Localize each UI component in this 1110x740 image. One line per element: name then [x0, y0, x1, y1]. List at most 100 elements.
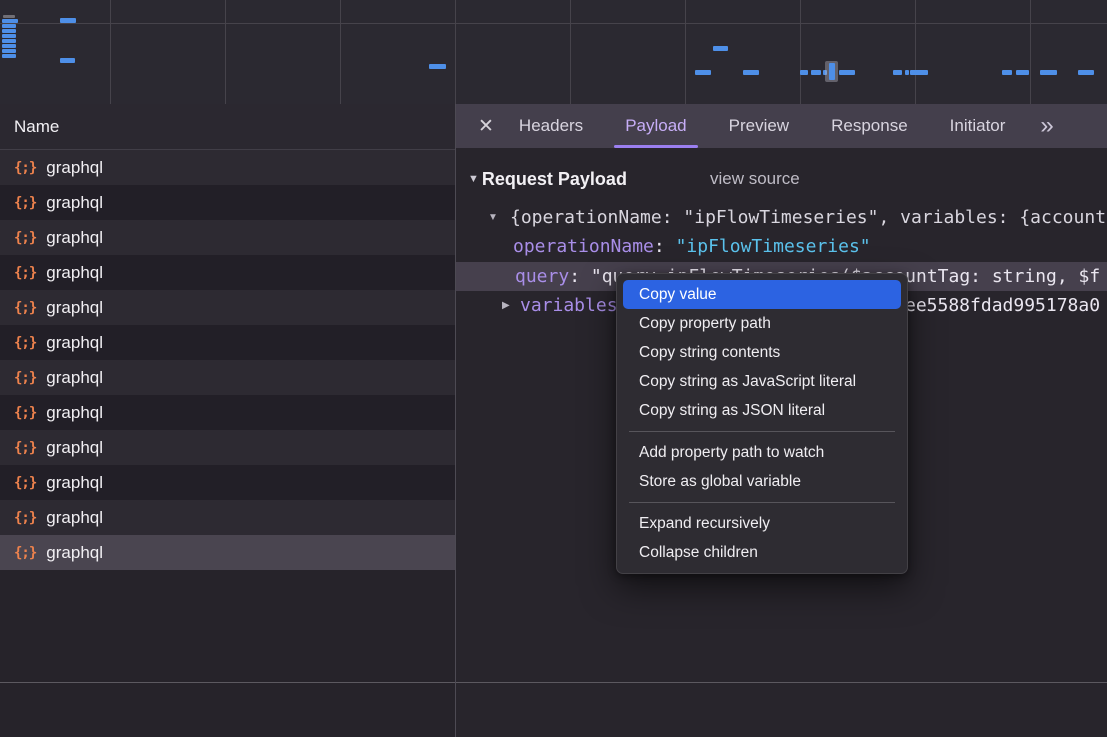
menu-item-copy-string-as-javascript-literal[interactable]: Copy string as JavaScript literal — [623, 367, 901, 396]
name-column-label: Name — [14, 117, 59, 137]
request-name: graphql — [46, 193, 103, 213]
request-name: graphql — [46, 368, 103, 388]
object-preview-text: {operationName: "ipFlowTimeseries", vari… — [510, 207, 1106, 228]
request-name: graphql — [46, 473, 103, 493]
timeline-bar — [695, 70, 711, 75]
request-row[interactable]: {;}graphql — [0, 500, 455, 535]
request-name: graphql — [46, 403, 103, 423]
request-row[interactable]: {;} graphql — [0, 325, 455, 360]
tab-payload[interactable]: Payload — [614, 104, 697, 148]
request-name: graphql — [46, 508, 103, 528]
timeline-bar — [800, 70, 808, 75]
request-row[interactable]: {;} graphql — [0, 430, 455, 465]
grid-line — [915, 0, 916, 104]
json-icon: {;} — [14, 545, 36, 561]
grid-line — [225, 0, 226, 104]
timeline-bar — [743, 70, 759, 75]
request-name: graphql — [46, 298, 103, 318]
property-key: variables — [520, 295, 618, 316]
timeline-bar — [1078, 70, 1094, 75]
timeline-bar — [1016, 70, 1029, 75]
request-row[interactable]: {;}graphql — [0, 220, 455, 255]
close-icon[interactable]: ✕ — [478, 104, 494, 148]
request-row[interactable]: {;} graphql — [0, 465, 455, 500]
more-tabs-icon[interactable]: » — [1040, 104, 1051, 148]
operation-name-row[interactable]: operationName: "ipFlowTimeseries" — [456, 232, 1107, 261]
timeline-bar — [2, 34, 16, 38]
menu-separator — [629, 502, 895, 503]
json-icon: {;} — [14, 440, 36, 456]
panel-divider[interactable] — [455, 104, 456, 737]
request-row[interactable]: {;} graphql — [0, 150, 455, 185]
timeline-bar — [2, 24, 16, 28]
name-column-header[interactable]: Name — [0, 104, 455, 150]
network-overview-waterfall[interactable] — [0, 0, 1107, 104]
menu-item-collapse-children[interactable]: Collapse children — [623, 538, 901, 567]
json-icon: {;} — [14, 370, 36, 386]
menu-separator — [629, 431, 895, 432]
menu-item-copy-string-contents[interactable]: Copy string contents — [623, 338, 901, 367]
timeline-bar — [2, 39, 16, 43]
grid-line — [685, 0, 686, 104]
request-name: graphql — [46, 263, 103, 283]
hash-fragment: ee5588fdad995178a0 — [905, 295, 1100, 316]
grid-line — [110, 0, 111, 104]
property-key: query — [515, 266, 569, 287]
request-row[interactable]: {;} graphql — [0, 255, 455, 290]
grid-line — [0, 23, 1107, 24]
request-list-panel: Name {;} graphql {;} graphql {;} graphql {;} gr… — [0, 104, 455, 737]
grid-line — [800, 0, 801, 104]
request-row[interactable]: {;} graphql — [0, 360, 455, 395]
timeline-bar — [2, 49, 16, 53]
grid-line — [570, 0, 571, 104]
json-icon: {;} — [14, 335, 36, 351]
timeline-bar — [2, 29, 16, 33]
json-icon: {;} — [14, 265, 36, 281]
triangle-right-icon: ▶ — [502, 300, 510, 311]
timeline-bar — [713, 46, 728, 51]
request-row[interactable]: {;}graphql — [0, 290, 455, 325]
menu-item-expand-recursively[interactable]: Expand recursively — [623, 509, 901, 538]
key-separator: : — [654, 236, 676, 257]
tab-headers[interactable]: Headers — [508, 104, 594, 148]
detail-tab-bar: ✕ Headers Payload Preview Response Initiator… — [456, 104, 1107, 148]
request-row[interactable]: {;} graphql — [0, 395, 455, 430]
timeline-bar-gray — [3, 15, 15, 18]
footer-divider — [0, 682, 1107, 683]
key-separator: : — [569, 266, 591, 287]
menu-item-copy-property-path[interactable]: Copy property path — [623, 309, 901, 338]
json-icon: {;} — [14, 475, 36, 491]
grid-line — [455, 0, 456, 104]
property-value: "ipFlowTimeseries" — [676, 236, 871, 257]
property-text: variables — [520, 295, 618, 316]
selected-timeline-bar — [829, 63, 835, 80]
menu-item-copy-value[interactable]: Copy value — [623, 280, 901, 309]
triangle-down-icon: ▼ — [488, 212, 498, 223]
tab-response[interactable]: Response — [820, 104, 919, 148]
json-icon: {;} — [14, 195, 36, 211]
timeline-bar — [2, 44, 16, 48]
property-text: operationName: "ipFlowTimeseries" — [513, 236, 871, 257]
menu-item-store-as-global-variable[interactable]: Store as global variable — [623, 467, 901, 496]
request-name: graphql — [46, 438, 103, 458]
timeline-bar — [905, 70, 909, 75]
request-name: graphql — [46, 333, 103, 353]
view-source-link[interactable]: view source — [710, 163, 800, 195]
timeline-bar — [2, 19, 18, 23]
triangle-down-icon: ▼ — [468, 173, 479, 185]
request-row-selected[interactable]: {;}graphql — [0, 535, 455, 570]
request-name: graphql — [46, 158, 103, 178]
devtools-window: Name {;} graphql {;} graphql {;} graphql {;} gr… — [0, 0, 1107, 737]
timeline-bar — [60, 58, 75, 63]
request-row[interactable]: {;} graphql — [0, 185, 455, 220]
json-icon: {;} — [14, 405, 36, 421]
menu-item-add-property-path-to-watch[interactable]: Add property path to watch — [623, 438, 901, 467]
json-icon: {;} — [14, 160, 36, 176]
tab-preview[interactable]: Preview — [718, 104, 800, 148]
payload-root-row[interactable]: ▼ {operationName: "ipFlowTimeseries", va… — [456, 203, 1107, 232]
request-payload-section[interactable]: ▼ Request Payload — [468, 163, 627, 195]
context-menu: Copy valueCopy property pathCopy string … — [616, 273, 908, 574]
tab-initiator[interactable]: Initiator — [939, 104, 1017, 148]
menu-item-copy-string-as-json-literal[interactable]: Copy string as JSON literal — [623, 396, 901, 425]
property-key: operationName — [513, 236, 654, 257]
